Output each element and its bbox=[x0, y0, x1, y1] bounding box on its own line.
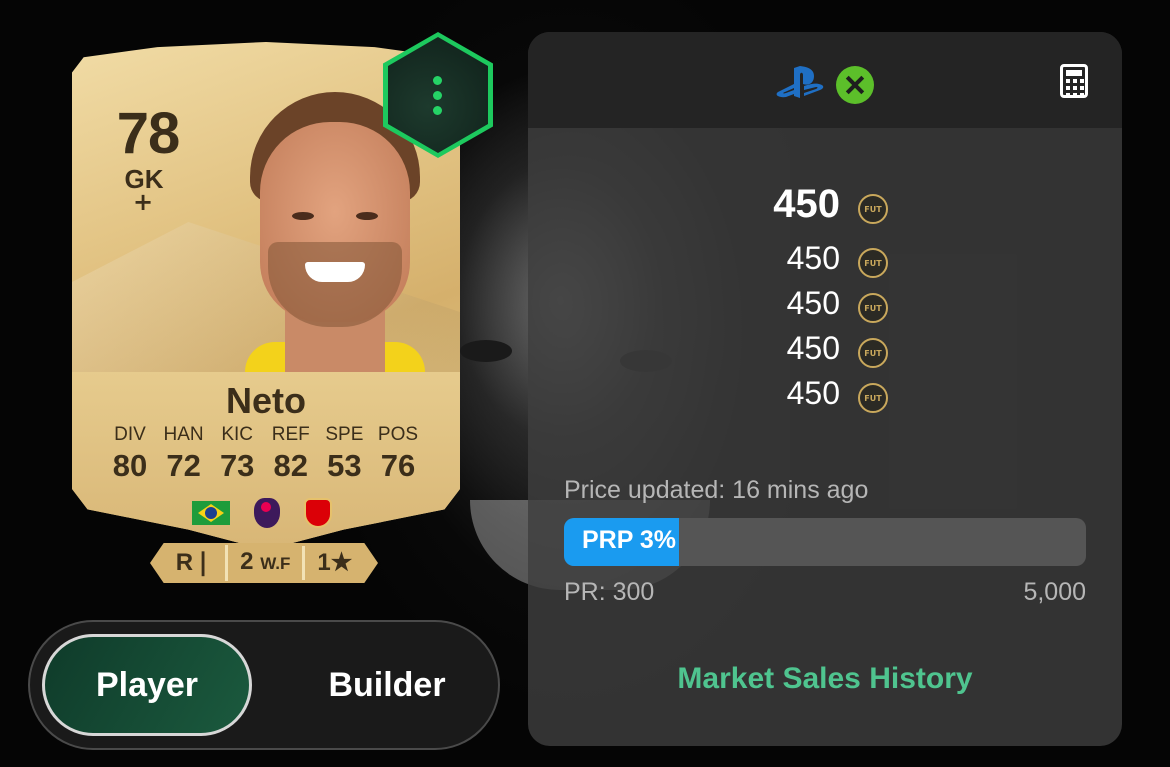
player-rating: 78 bbox=[116, 101, 181, 166]
price-row: 450 FUT bbox=[528, 240, 1122, 285]
preferred-foot-value: R bbox=[175, 549, 194, 576]
stat-value: 82 bbox=[273, 448, 309, 483]
coin-icon: FUT bbox=[858, 248, 888, 278]
weak-foot: 2 W.F bbox=[225, 545, 302, 581]
price-list: 450 FUT 450 FUT 450 FUT 450 FUT 450 FUT bbox=[528, 182, 1122, 420]
weak-foot-label: W.F bbox=[260, 554, 291, 573]
star-icon: ★ bbox=[330, 549, 353, 576]
stat-pos: POS 76 bbox=[372, 424, 424, 484]
coin-icon: FUT bbox=[858, 338, 888, 368]
price-row: 450 FUT bbox=[528, 330, 1122, 375]
xbox-icon[interactable] bbox=[836, 66, 874, 104]
stat-div: DIV 80 bbox=[104, 424, 156, 484]
player-eye bbox=[356, 212, 378, 220]
weak-foot-value: 2 bbox=[240, 548, 254, 575]
coin-icon: FUT bbox=[858, 293, 888, 323]
card-traits: R❘ 2 W.F 1★ bbox=[150, 543, 378, 583]
price-value: 450 bbox=[786, 285, 840, 321]
stat-spe: SPE 53 bbox=[318, 424, 370, 484]
view-toggle: Player Builder bbox=[28, 620, 500, 750]
skill-moves-value: 1 bbox=[317, 549, 331, 576]
price-range-min: PR: 300 bbox=[564, 578, 655, 606]
brazil-flag-icon bbox=[192, 501, 230, 525]
market-sales-history-link[interactable]: Market Sales History bbox=[528, 662, 1122, 696]
player-stats: DIV 80 HAN 72 KIC 73 REF 82 SPE 53 POS 76 bbox=[104, 424, 424, 484]
toggle-player-button[interactable]: Player bbox=[42, 634, 252, 736]
stat-ref: REF 82 bbox=[265, 424, 317, 484]
price-row: 450 FUT bbox=[528, 285, 1122, 330]
card-badges bbox=[192, 498, 332, 528]
premier-league-icon bbox=[254, 498, 280, 528]
boot-icon: ❘ bbox=[193, 549, 214, 576]
price-range-max: 5,000 bbox=[1023, 578, 1086, 606]
coin-icon: FUT bbox=[858, 194, 888, 224]
arsenal-crest-icon bbox=[304, 498, 332, 528]
price-row: 450 FUT bbox=[528, 375, 1122, 420]
stat-label: KIC bbox=[221, 424, 254, 445]
vertical-dots-icon bbox=[430, 76, 444, 121]
platform-bar bbox=[528, 32, 1122, 128]
coin-icon: FUT bbox=[858, 383, 888, 413]
stat-label: HAN bbox=[163, 424, 204, 445]
player-name: Neto bbox=[226, 380, 306, 421]
calculator-icon[interactable] bbox=[1060, 64, 1088, 98]
stat-value: 80 bbox=[112, 448, 148, 483]
prp-label: PRP 3% bbox=[582, 526, 677, 554]
position-plus: + bbox=[132, 188, 154, 216]
price-value: 450 bbox=[773, 182, 840, 226]
stat-kic: KIC 73 bbox=[211, 424, 263, 484]
stat-value: 72 bbox=[166, 448, 201, 483]
stat-value: 76 bbox=[380, 448, 416, 483]
stat-han: HAN 72 bbox=[158, 424, 210, 484]
stat-label: POS bbox=[377, 424, 419, 445]
stat-value: 73 bbox=[219, 448, 255, 483]
price-updated-text: Price updated: 16 mins ago bbox=[564, 476, 869, 504]
price-row-lowest: 450 FUT bbox=[528, 182, 1122, 240]
price-value: 450 bbox=[786, 240, 840, 276]
player-smile bbox=[305, 262, 365, 282]
stat-label: SPE bbox=[325, 424, 364, 445]
prp-progress-bar: PRP 3% bbox=[564, 518, 1086, 566]
stat-label: DIV bbox=[114, 424, 146, 445]
price-value: 450 bbox=[786, 330, 840, 366]
price-panel: 450 FUT 450 FUT 450 FUT 450 FUT 450 FUT … bbox=[528, 32, 1122, 746]
stat-label: REF bbox=[271, 424, 310, 445]
skill-moves: 1★ bbox=[302, 546, 364, 580]
toggle-builder-button[interactable]: Builder bbox=[282, 634, 492, 736]
background-eye bbox=[460, 340, 512, 362]
player-eye bbox=[292, 212, 314, 220]
playstation-icon[interactable] bbox=[776, 66, 826, 102]
preferred-foot: R❘ bbox=[164, 546, 225, 580]
price-value: 450 bbox=[786, 375, 840, 411]
stat-value: 53 bbox=[327, 448, 362, 483]
